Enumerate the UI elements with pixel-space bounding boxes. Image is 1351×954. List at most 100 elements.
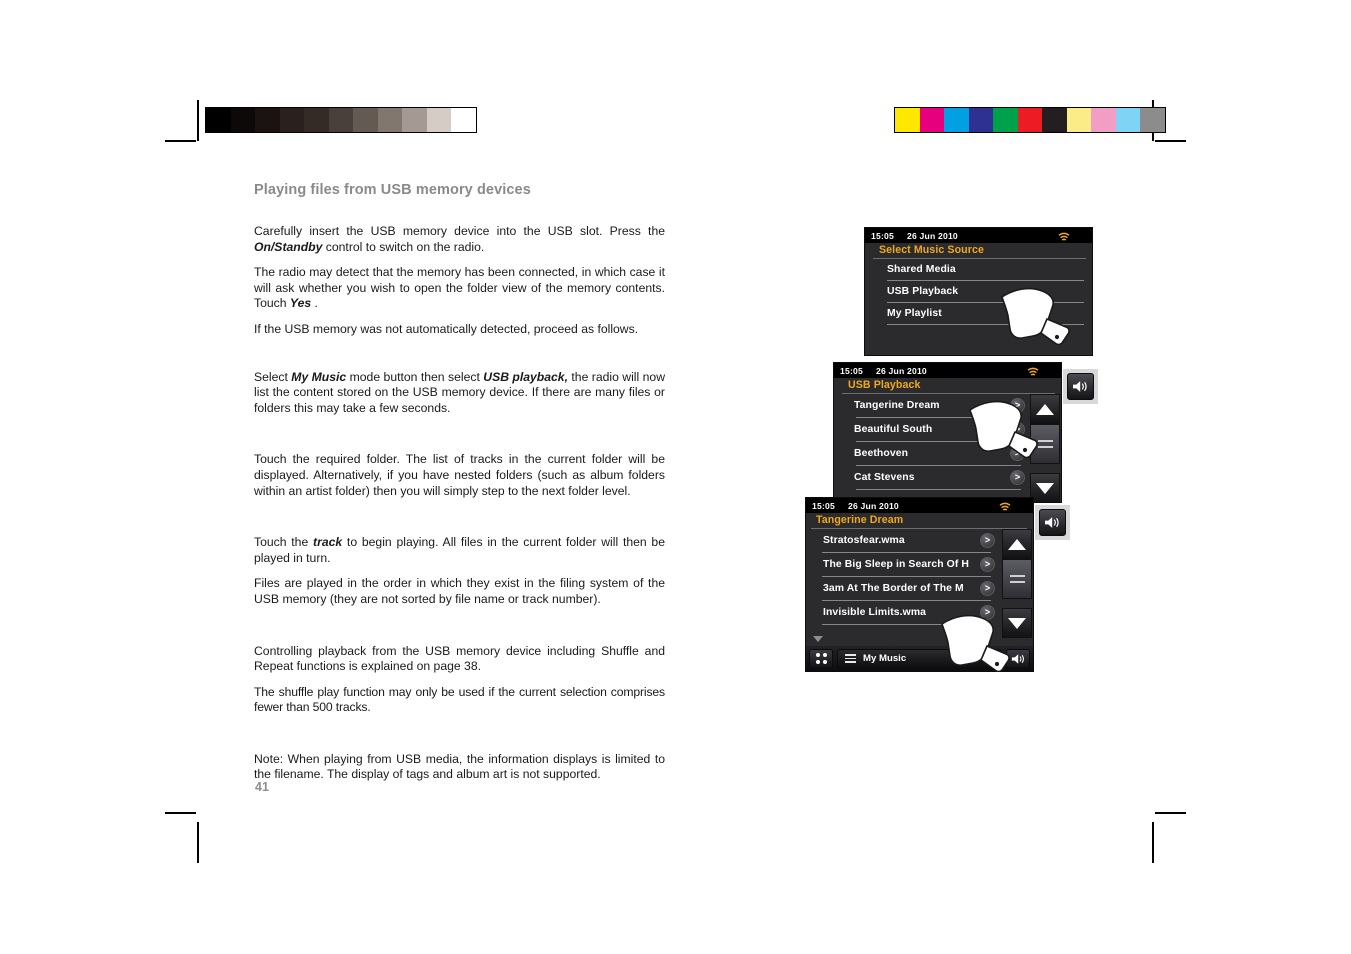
crop-mark-bottom-right-horizontal [1155, 812, 1186, 814]
chevron-right-icon[interactable]: > [1010, 470, 1025, 485]
chevron-right-icon[interactable]: > [980, 605, 995, 620]
list-item-label: Stratosfear.wma [823, 535, 905, 546]
page-title: Playing files from USB memory devices [254, 182, 531, 198]
chevron-right-icon[interactable]: > [980, 581, 995, 596]
color-swatch [1066, 108, 1091, 132]
list-item[interactable]: Tangerine Dream > [834, 394, 1061, 417]
paragraph-file-order: Files are played in the order in which t… [254, 576, 665, 606]
gray-swatch [451, 108, 476, 132]
volume-button[interactable] [1006, 648, 1030, 669]
paragraph-touch-folder: Touch the required folder. The list of t… [254, 452, 665, 498]
volume-button-holder [1035, 505, 1070, 540]
gray-swatch [279, 108, 304, 132]
list-item-label: Invisible Limits.wma [823, 607, 927, 618]
chevron-right-icon[interactable]: > [1010, 398, 1025, 413]
status-date: 26 Jun 2010 [875, 365, 927, 376]
gray-swatch [426, 108, 451, 132]
paragraph-note-filename: Note: When playing from USB media, the i… [254, 751, 665, 782]
color-swatch [1140, 108, 1165, 132]
row-divider [856, 489, 1021, 490]
list-item[interactable]: Beethoven > [834, 442, 1061, 465]
grid-dots-icon [815, 653, 827, 664]
hamburger-menu-icon [1037, 437, 1053, 452]
color-swatch [1017, 108, 1042, 132]
color-swatch [944, 108, 969, 132]
chevron-right-icon[interactable]: > [1010, 422, 1025, 437]
list-item-label: Cat Stevens [854, 472, 915, 483]
row-divider [887, 324, 1084, 325]
chevron-right-icon[interactable]: > [1010, 446, 1025, 461]
list-item[interactable]: Cat Stevens > [834, 466, 1061, 489]
home-grid-button[interactable] [809, 648, 833, 669]
gray-swatch [230, 108, 255, 132]
p6-text-a: Touch the [254, 535, 314, 550]
list-item[interactable]: The Big Sleep in Search Of H > [806, 553, 1033, 576]
speaker-volume-icon [1045, 517, 1059, 528]
volume-button-holder [1063, 369, 1098, 404]
list-item[interactable]: Invisible Limits.wma > [806, 601, 1033, 624]
p4-emphasis-my-music: My Music [291, 369, 347, 384]
list-item-label: USB Playback [887, 286, 959, 297]
gray-swatch [255, 108, 280, 132]
list-item[interactable]: Beautiful South > [834, 418, 1061, 441]
color-calibration-strip [894, 107, 1166, 133]
wifi-icon [1058, 230, 1070, 241]
gray-swatch [377, 108, 402, 132]
list-item[interactable]: Stratosfear.wma > [806, 529, 1033, 552]
list-item[interactable]: USB Playback [865, 281, 1092, 302]
paragraph-shuffle-repeat: Controlling playback from the USB memory… [254, 643, 665, 674]
status-date: 26 Jun 2010 [906, 230, 958, 241]
p4-emphasis-usb-playback: USB playback, [483, 369, 568, 384]
screen-tangerine-dream[interactable]: 15:05 26 Jun 2010 Tangerine Dream Strato… [805, 497, 1034, 672]
status-bar: 15:05 26 Jun 2010 [834, 363, 1061, 378]
paragraph-shuffle-limit: The shuffle play function may only be us… [254, 684, 665, 715]
paragraph-select-my-music: Select My Music mode button then select … [254, 370, 665, 417]
color-swatch [993, 108, 1018, 132]
crop-mark-bottom-right-vertical [1152, 822, 1154, 863]
body-text-column: Carefully insert the USB memory device i… [254, 224, 665, 793]
status-time: 15:05 [812, 500, 835, 511]
color-swatch [968, 108, 993, 132]
chevron-right-icon[interactable]: > [980, 557, 995, 572]
status-date: 26 Jun 2010 [847, 500, 899, 511]
p4-text-c: mode button then select [346, 369, 484, 384]
chevron-right-icon[interactable]: > [980, 533, 995, 548]
gray-swatch [402, 108, 427, 132]
paragraph-not-detected: If the USB memory was not automatically … [254, 321, 639, 336]
scroll-down-button[interactable] [1002, 608, 1032, 638]
triangle-down-icon [1008, 617, 1026, 629]
wifi-icon [1027, 365, 1039, 376]
menu-list: Shared Media USB Playback My Playlist [865, 259, 1092, 325]
screen-title: USB Playback [848, 379, 921, 391]
menu-button[interactable] [1002, 559, 1032, 599]
gray-swatch [304, 108, 329, 132]
scroll-up-button[interactable] [1002, 529, 1032, 559]
triangle-down-icon [1036, 482, 1054, 494]
menu-button[interactable] [1030, 424, 1060, 464]
scroll-up-button[interactable] [1030, 394, 1060, 424]
grayscale-calibration-strip [205, 107, 477, 133]
p1-text-a: Carefully insert the USB memory device i… [254, 224, 665, 238]
list-item[interactable]: Shared Media [865, 259, 1092, 280]
hamburger-menu-icon [845, 652, 856, 665]
paragraph-insert-usb: Carefully insert the USB memory device i… [254, 224, 665, 255]
volume-button[interactable] [1067, 373, 1094, 400]
screen-title: Tangerine Dream [816, 514, 904, 526]
gray-swatch [353, 108, 378, 132]
scroll-down-button[interactable] [1030, 473, 1060, 502]
scroll-more-indicator-icon [813, 636, 823, 642]
gray-swatch [206, 108, 231, 132]
my-music-button[interactable]: My Music [837, 648, 1002, 669]
color-swatch [1042, 108, 1067, 132]
color-swatch [1115, 108, 1140, 132]
screen-title: Select Music Source [879, 244, 984, 256]
list-item[interactable]: My Playlist [865, 303, 1092, 324]
list-item[interactable]: 3am At The Border of The M > [806, 577, 1033, 600]
volume-button[interactable] [1039, 509, 1066, 536]
screen-usb-playback[interactable]: 15:05 26 Jun 2010 USB Playback Tangerine… [833, 362, 1062, 503]
screen-select-music-source[interactable]: 15:05 26 Jun 2010 Select Music Source Sh… [864, 227, 1093, 356]
